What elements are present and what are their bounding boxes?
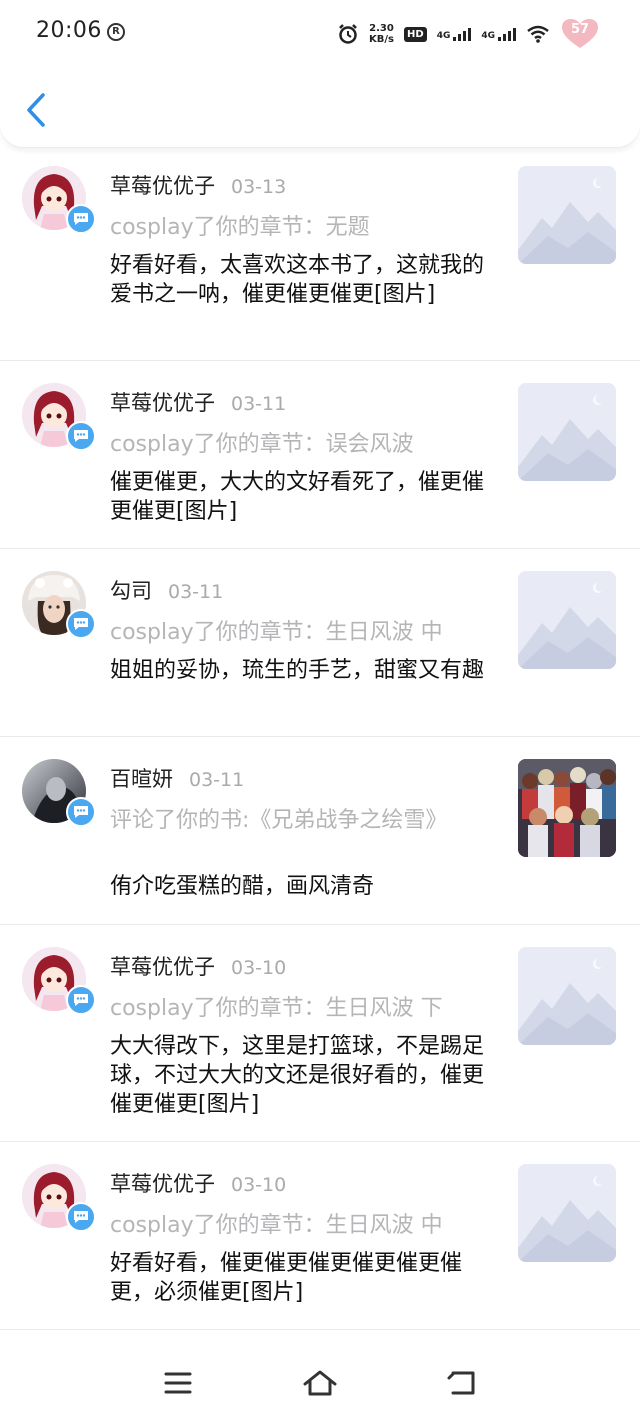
wifi-icon: [527, 25, 549, 43]
notification-date: 03-10: [231, 957, 287, 979]
notification-date: 03-11: [168, 581, 224, 603]
menu-icon: [164, 1372, 192, 1394]
user-name[interactable]: 草莓优优子: [110, 387, 215, 417]
signal-4g-2-icon: 4G: [481, 27, 516, 41]
net-label-1: 4G: [436, 31, 451, 41]
comment-content: 好看好看，催更催更催更催更催更催更，必须催更[图片]: [110, 1251, 463, 1305]
action-text: cosplay了你的章节：无题: [110, 215, 370, 240]
avatar[interactable]: [22, 166, 96, 234]
battery-level: 57: [570, 22, 590, 37]
notification-item[interactable]: 百暄妍 03-11 评论了你的书:《兄弟战争之绘雪》 侑介吃蛋糕的醋，画风清奇: [0, 737, 640, 925]
mountain-placeholder-icon: [518, 571, 616, 669]
back-button[interactable]: [20, 90, 52, 130]
anime-cover-image: [518, 759, 616, 857]
message-badge-icon: [66, 609, 96, 639]
back-icon: [447, 1371, 475, 1395]
notification-date: 03-11: [189, 769, 245, 791]
mountain-placeholder-icon: [518, 947, 616, 1045]
notification-date: 03-13: [231, 176, 287, 198]
thumbnail-placeholder[interactable]: [518, 1164, 616, 1262]
message-badge-icon: [66, 797, 96, 827]
user-name[interactable]: 勾司: [110, 575, 152, 605]
thumbnail-placeholder[interactable]: [518, 947, 616, 1045]
action-text: cosplay了你的章节：生日风波 中: [110, 1213, 443, 1238]
comment-content: 姐姐的妥协，琉生的手艺，甜蜜又有趣: [110, 658, 485, 683]
user-name[interactable]: 百暄妍: [110, 763, 173, 793]
speed-value: 2.30: [369, 23, 394, 34]
status-icons: 2.30 KB/s HD 4G 4G 57: [337, 18, 600, 50]
user-name[interactable]: 草莓优优子: [110, 951, 215, 981]
name-row: 勾司 03-11: [110, 575, 223, 605]
avatar[interactable]: [22, 947, 96, 1015]
thumbnail-placeholder[interactable]: [518, 166, 616, 264]
notification-item[interactable]: 草莓优优子 03-10 cosplay了你的章节：生日风波 中 好看好看，催更催…: [0, 1142, 640, 1330]
name-row: 草莓优优子 03-11: [110, 387, 286, 417]
chevron-left-icon: [27, 93, 45, 127]
home-icon: [303, 1370, 337, 1396]
avatar[interactable]: [22, 571, 96, 639]
action-text: 评论了你的书:《兄弟战争之绘雪》: [110, 808, 448, 833]
notification-item[interactable]: 勾司 03-11 cosplay了你的章节：生日风波 中 姐姐的妥协，琉生的手艺…: [0, 549, 640, 737]
hd-icon: HD: [404, 26, 427, 42]
name-row: 草莓优优子 03-10: [110, 1168, 286, 1198]
alarm-icon: [339, 24, 357, 44]
status-time: 20:06: [36, 18, 102, 43]
signal-4g-1-icon: 4G: [437, 27, 472, 41]
speed-unit: KB/s: [369, 34, 395, 45]
menu-button[interactable]: [158, 1363, 198, 1403]
comment-content: 大大得改下，这里是打篮球，不是踢足球，不过大大的文还是很好看的，催更催更催更[图…: [110, 1034, 485, 1117]
notification-item[interactable]: 草莓优优子 03-10 cosplay了你的章节：生日风波 下 大大得改下，这里…: [0, 925, 640, 1142]
name-row: 草莓优优子 03-13: [110, 170, 286, 200]
user-name[interactable]: 草莓优优子: [110, 170, 215, 200]
r-icon: R: [107, 23, 125, 41]
name-row: 草莓优优子 03-10: [110, 951, 286, 981]
comment-content: 好看好看，太喜欢这本书了，这就我的爱书之一呐，催更催更催更[图片]: [110, 253, 485, 307]
battery-heart-icon: 57: [560, 18, 600, 50]
thumbnail-placeholder[interactable]: [518, 571, 616, 669]
avatar[interactable]: [22, 383, 96, 451]
mountain-placeholder-icon: [518, 166, 616, 264]
comment-content: 侑介吃蛋糕的醋，画风清奇: [110, 874, 375, 899]
notification-item[interactable]: 草莓优优子 03-13 cosplay了你的章节：无题 好看好看，太喜欢这本书了…: [0, 150, 640, 361]
mountain-placeholder-icon: [518, 383, 616, 481]
message-badge-icon: [66, 421, 96, 451]
user-name[interactable]: 草莓优优子: [110, 1168, 215, 1198]
comment-content: 催更催更，大大的文好看死了，催更催更催更[图片]: [110, 470, 485, 524]
name-row: 百暄妍 03-11: [110, 763, 244, 793]
mountain-placeholder-icon: [518, 1164, 616, 1262]
notification-item[interactable]: 草莓优优子 03-11 cosplay了你的章节：误会风波 催更催更，大大的文好…: [0, 361, 640, 549]
network-speed: 2.30 KB/s: [369, 23, 394, 45]
system-nav-bar: [0, 1345, 640, 1423]
avatar[interactable]: [22, 759, 96, 827]
message-badge-icon: [66, 1202, 96, 1232]
book-cover-thumbnail[interactable]: [518, 759, 616, 857]
net-label-2: 4G: [481, 31, 495, 41]
message-badge-icon: [66, 985, 96, 1015]
action-text: cosplay了你的章节：生日风波 下: [110, 996, 443, 1021]
back-nav-button[interactable]: [442, 1363, 482, 1403]
status-bar: 20:06 R 2.30 KB/s HD 4G 4G 57: [0, 0, 640, 68]
thumbnail-placeholder[interactable]: [518, 383, 616, 481]
notification-list: 草莓优优子 03-13 cosplay了你的章节：无题 好看好看，太喜欢这本书了…: [0, 150, 640, 1330]
top-bar: [0, 68, 640, 148]
message-badge-icon: [66, 204, 96, 234]
notification-date: 03-11: [231, 393, 287, 415]
home-button[interactable]: [300, 1363, 340, 1403]
action-text: cosplay了你的章节：误会风波: [110, 432, 414, 457]
notification-date: 03-10: [231, 1174, 287, 1196]
action-text: cosplay了你的章节：生日风波 中: [110, 620, 443, 645]
avatar[interactable]: [22, 1164, 96, 1232]
